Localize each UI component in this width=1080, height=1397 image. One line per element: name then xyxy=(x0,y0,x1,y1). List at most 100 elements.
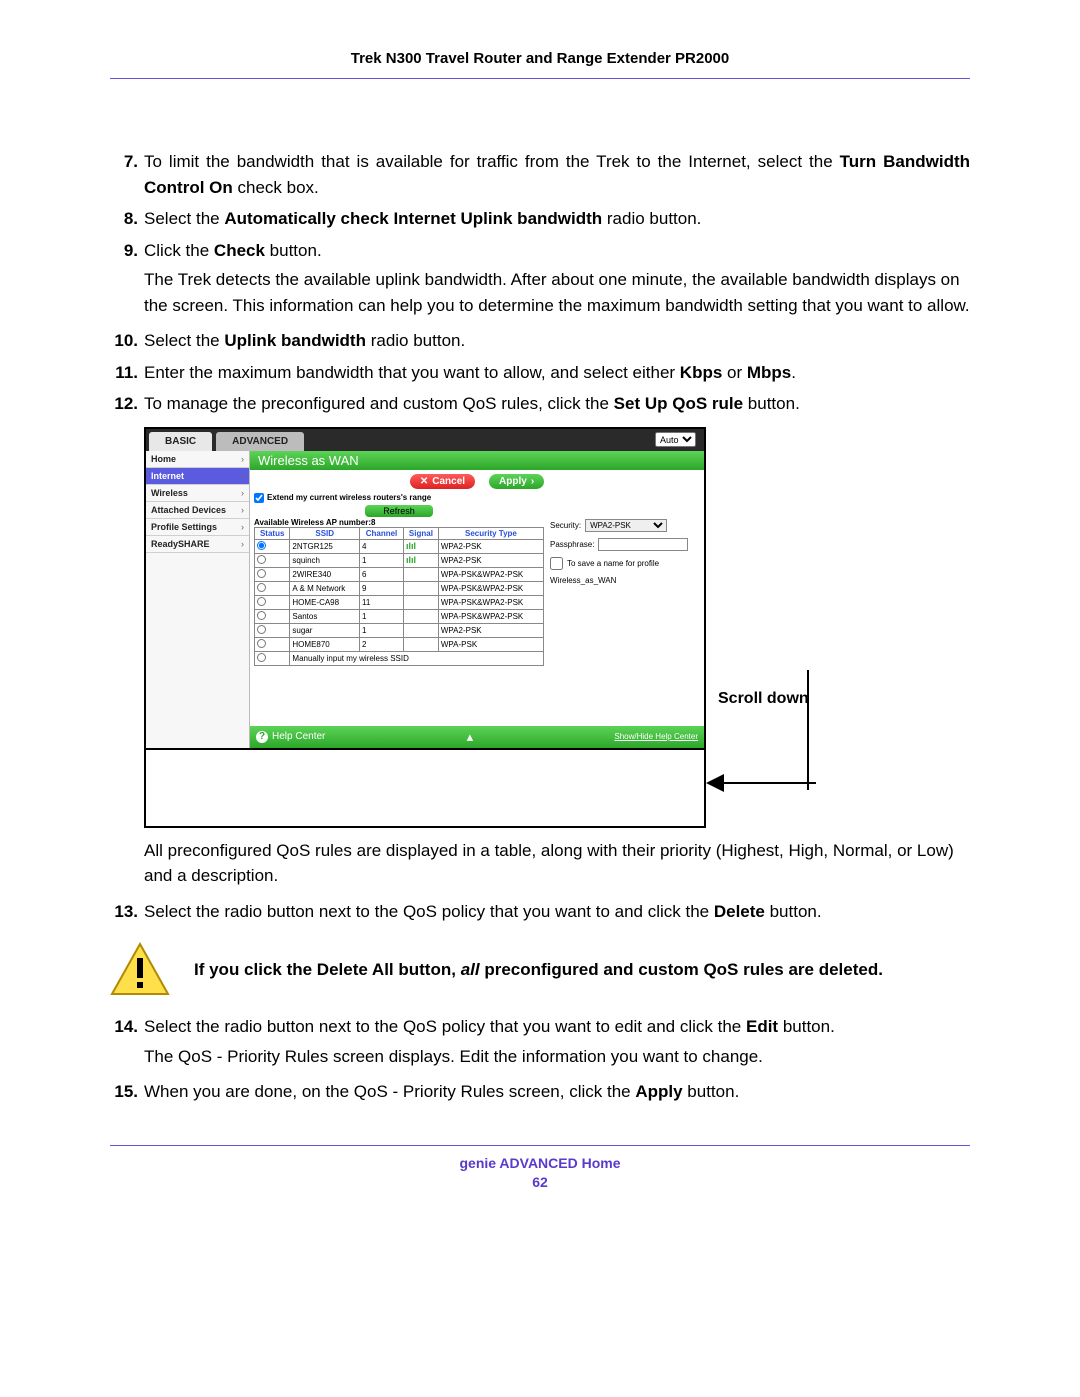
expand-icon[interactable]: ▴ xyxy=(467,729,474,745)
security-select[interactable]: WPA2-PSK xyxy=(585,519,667,532)
sidebar-item-home[interactable]: Home› xyxy=(146,451,249,468)
panel-title: Wireless as WAN xyxy=(250,451,704,470)
step-11: 11. Enter the maximum bandwidth that you… xyxy=(110,360,970,386)
ap-radio[interactable] xyxy=(257,653,266,662)
ap-radio[interactable] xyxy=(257,639,266,648)
scroll-down-label: Scroll down xyxy=(718,690,809,708)
ssid-cell: Santos xyxy=(290,609,360,623)
sec-cell: WPA-PSK&WPA2-PSK xyxy=(438,609,543,623)
ch-cell: 1 xyxy=(360,553,404,567)
ssid-cell: sugar xyxy=(290,623,360,637)
apply-button[interactable]: Apply› xyxy=(489,474,544,489)
col-status: Status xyxy=(255,527,290,539)
blank-extension-box xyxy=(144,750,706,828)
step-10: 10. Select the Uplink bandwidth radio bu… xyxy=(110,328,970,354)
step-number: 8. xyxy=(110,206,144,232)
chevron-right-icon: › xyxy=(241,454,244,464)
arrow-left-icon xyxy=(706,774,816,792)
document-header: Trek N300 Travel Router and Range Extend… xyxy=(110,50,970,72)
col-ssid: SSID xyxy=(290,527,360,539)
ap-radio[interactable] xyxy=(257,583,266,592)
warn-text-bold2: preconfigured and custom QoS rules are d… xyxy=(480,960,883,979)
ssid-cell: HOME-CA98 xyxy=(290,595,360,609)
signal-icon: ılıl xyxy=(406,555,416,565)
step-number: 13. xyxy=(110,899,144,925)
text: button. xyxy=(265,241,322,260)
chevron-right-icon: › xyxy=(241,522,244,532)
sec-cell: WPA2-PSK xyxy=(438,539,543,553)
passphrase-input[interactable] xyxy=(598,538,688,551)
mode-select[interactable]: Auto xyxy=(655,432,696,447)
sig-cell xyxy=(403,637,438,651)
table-row[interactable]: squinch1ılıl WPA2-PSK xyxy=(255,553,544,567)
ch-cell: 9 xyxy=(360,581,404,595)
table-row[interactable]: sugar1WPA2-PSK xyxy=(255,623,544,637)
step-14: 14. Select the radio button next to the … xyxy=(110,1014,970,1073)
bold-text: Delete xyxy=(714,902,765,921)
sidebar-item-attached[interactable]: Attached Devices› xyxy=(146,502,249,519)
sig-cell xyxy=(403,567,438,581)
extend-label: Extend my current wireless routers's ran… xyxy=(267,493,431,502)
col-signal: Signal xyxy=(403,527,438,539)
cancel-button[interactable]: ✕Cancel xyxy=(410,474,475,489)
sidebar-item-wireless[interactable]: Wireless› xyxy=(146,485,249,502)
step-14-extra: The QoS - Priority Rules screen displays… xyxy=(144,1044,970,1070)
tab-basic[interactable]: BASIC xyxy=(149,432,212,451)
security-label: Security: xyxy=(550,521,581,530)
step-number: 11. xyxy=(110,360,144,386)
ap-radio[interactable] xyxy=(257,597,266,606)
ap-radio[interactable] xyxy=(257,611,266,620)
ap-radio[interactable] xyxy=(257,555,266,564)
table-row[interactable]: HOME-CA9811WPA-PSK&WPA2-PSK xyxy=(255,595,544,609)
sig-cell xyxy=(403,623,438,637)
text: radio button. xyxy=(366,331,465,350)
text: When you are done, on the QoS - Priority… xyxy=(144,1082,635,1101)
ap-radio[interactable] xyxy=(257,569,266,578)
table-row[interactable]: 2WIRE3406WPA-PSK&WPA2-PSK xyxy=(255,567,544,581)
text: Enter the maximum bandwidth that you wan… xyxy=(144,363,680,382)
tab-advanced[interactable]: ADVANCED xyxy=(216,432,304,451)
ch-cell: 6 xyxy=(360,567,404,581)
table-row[interactable]: A & M Network9WPA-PSK&WPA2-PSK xyxy=(255,581,544,595)
text: Select the xyxy=(144,209,224,228)
ch-cell: 4 xyxy=(360,539,404,553)
ap-radio[interactable] xyxy=(257,541,266,550)
bold-text: Mbps xyxy=(747,363,791,382)
sidebar-item-readyshare[interactable]: ReadySHARE› xyxy=(146,536,249,553)
table-row[interactable]: HOME8702WPA-PSK xyxy=(255,637,544,651)
step-number: 14. xyxy=(110,1014,144,1073)
sig-cell: ılıl xyxy=(403,553,438,567)
show-hide-help-link[interactable]: Show/Hide Help Center xyxy=(614,732,698,741)
extend-checkbox[interactable] xyxy=(254,493,264,503)
table-row[interactable]: Santos1WPA-PSK&WPA2-PSK xyxy=(255,609,544,623)
warn-text-bold: If you click the Delete All button, xyxy=(194,960,461,979)
col-channel: Channel xyxy=(360,527,404,539)
ap-count-label: Available Wireless AP number:8 xyxy=(254,518,544,527)
ap-radio[interactable] xyxy=(257,625,266,634)
help-center-button[interactable]: ?Help Center xyxy=(256,731,325,743)
text: button. xyxy=(765,902,822,921)
save-profile-label: To save a name for profile xyxy=(567,559,659,568)
sidebar-item-internet[interactable]: Internet› xyxy=(146,468,249,485)
step-12: 12. To manage the preconfigured and cust… xyxy=(110,391,970,417)
sig-cell xyxy=(403,595,438,609)
x-icon: ✕ xyxy=(420,476,428,487)
warning-icon xyxy=(110,942,170,996)
sidebar-item-profile[interactable]: Profile Settings› xyxy=(146,519,249,536)
bold-text: Check xyxy=(214,241,265,260)
ssid-cell: 2NTGR125 xyxy=(290,539,360,553)
step-13: 13. Select the radio button next to the … xyxy=(110,899,970,925)
ssid-cell: squinch xyxy=(290,553,360,567)
text: Select the radio button next to the QoS … xyxy=(144,1017,746,1036)
table-row[interactable]: 2NTGR1254ılılWPA2-PSK xyxy=(255,539,544,553)
refresh-button[interactable]: Refresh xyxy=(365,505,433,517)
step-number: 7. xyxy=(110,149,144,200)
save-profile-checkbox[interactable] xyxy=(550,557,563,570)
sec-cell: WPA2-PSK xyxy=(438,553,543,567)
help-icon: ? xyxy=(256,731,268,743)
text: button. xyxy=(778,1017,835,1036)
step-number: 12. xyxy=(110,391,144,417)
table-row[interactable]: Manually input my wireless SSID xyxy=(255,651,544,665)
bold-text: Edit xyxy=(746,1017,778,1036)
step-12-after: All preconfigured QoS rules are displaye… xyxy=(110,838,970,893)
